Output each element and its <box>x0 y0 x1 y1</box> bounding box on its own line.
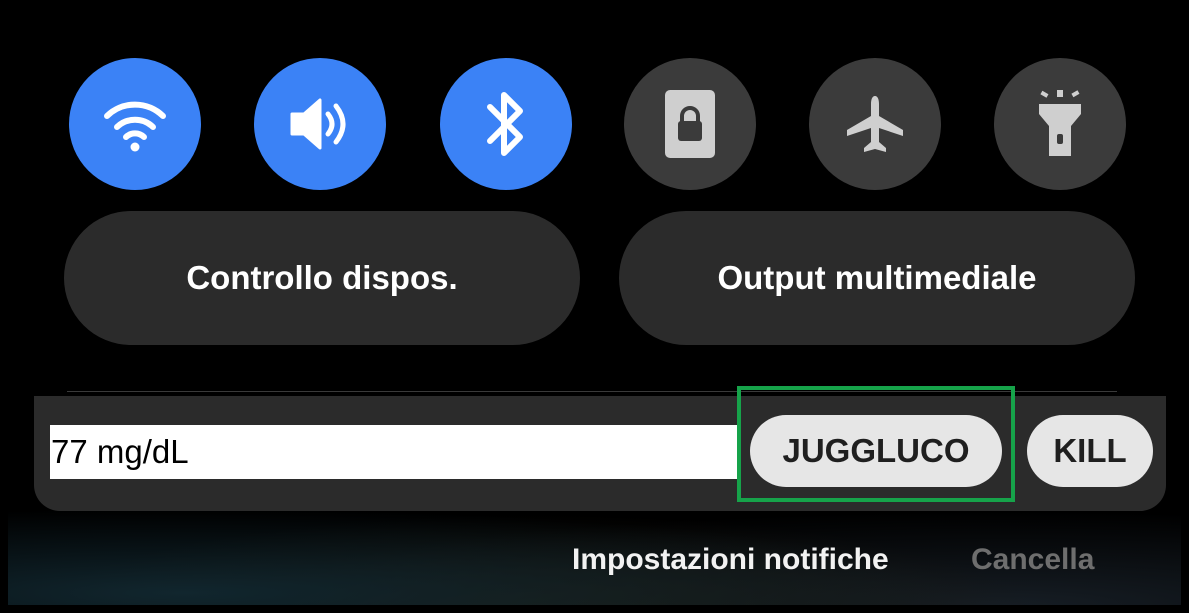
volume-icon <box>290 98 346 150</box>
glucose-reading: 77 mg/dL <box>50 425 740 479</box>
flashlight-icon <box>1039 90 1081 156</box>
bluetooth-toggle[interactable] <box>440 58 572 190</box>
airplane-icon <box>847 96 903 152</box>
device-control-button[interactable]: Controllo dispos. <box>64 211 580 345</box>
media-output-label: Output multimediale <box>717 259 1037 296</box>
sound-toggle[interactable] <box>254 58 386 190</box>
device-control-label: Controllo dispos. <box>186 259 458 296</box>
clear-button[interactable]: Cancella <box>971 540 1094 580</box>
bluetooth-icon <box>487 92 523 156</box>
media-output-button[interactable]: Output multimediale <box>619 211 1135 345</box>
notification-settings-button[interactable]: Impostazioni notifiche <box>572 540 889 580</box>
flashlight-toggle[interactable] <box>994 58 1126 190</box>
highlight-box <box>737 386 1015 502</box>
lock-icon <box>665 90 715 158</box>
airplane-mode-toggle[interactable] <box>809 58 941 190</box>
rotation-lock-toggle[interactable] <box>624 58 756 190</box>
kill-button[interactable]: KILL <box>1027 415 1153 487</box>
wifi-toggle[interactable] <box>69 58 201 190</box>
wifi-icon <box>104 101 166 152</box>
kill-button-label: KILL <box>1053 432 1127 469</box>
